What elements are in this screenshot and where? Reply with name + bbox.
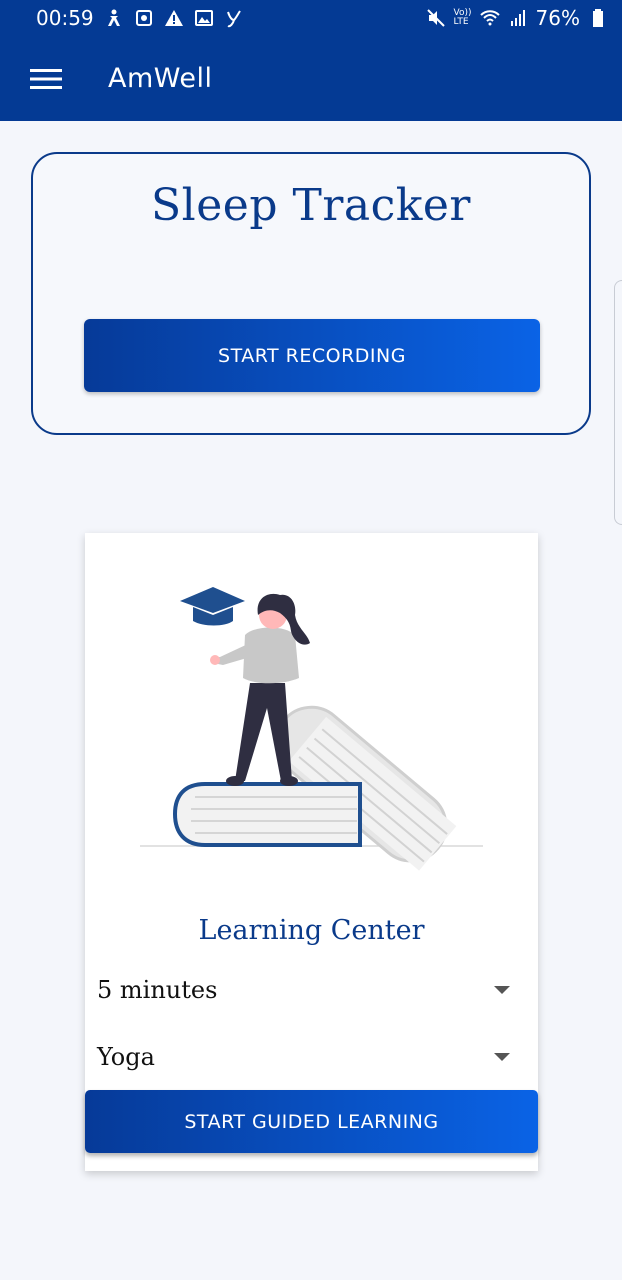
dropdown-arrow-icon xyxy=(494,1053,510,1061)
dropdown-arrow-icon xyxy=(494,986,510,994)
activity-selected-value: Yoga xyxy=(97,1043,155,1071)
signal-icon xyxy=(508,8,528,28)
status-time: 00:59 xyxy=(36,6,94,30)
gallery-icon xyxy=(194,8,214,28)
edge-panel-handle[interactable] xyxy=(614,280,622,525)
activity-select[interactable]: Yoga xyxy=(85,1030,538,1084)
hamburger-menu-icon xyxy=(30,68,62,89)
app-title: AmWell xyxy=(108,63,213,94)
start-guided-learning-button[interactable]: START GUIDED LEARNING xyxy=(85,1090,538,1153)
status-bar: 00:59 Vo)) LTE 76% xyxy=(0,0,622,36)
duration-select[interactable]: 5 minutes xyxy=(85,963,538,1017)
learning-center-title: Learning Center xyxy=(198,915,425,946)
volte-indicator: Vo)) LTE xyxy=(453,8,472,27)
battery-percent: 76% xyxy=(535,6,580,30)
start-recording-button[interactable]: START RECORDING xyxy=(84,319,540,392)
app-bar: AmWell xyxy=(0,36,622,121)
mute-icon xyxy=(426,8,446,28)
app-notification-icon xyxy=(224,8,244,28)
learning-illustration xyxy=(140,587,483,871)
learning-center-card: Learning Center 5 minutes Yoga START GUI… xyxy=(85,533,538,1171)
duration-selected-value: 5 minutes xyxy=(97,976,218,1004)
sleep-tracker-title: Sleep Tracker xyxy=(151,180,471,231)
battery-icon xyxy=(588,8,608,28)
accessibility-icon xyxy=(104,8,124,28)
wifi-icon xyxy=(479,8,500,28)
warning-icon xyxy=(164,8,184,28)
sleep-tracker-card: Sleep Tracker START RECORDING xyxy=(31,152,591,435)
menu-button[interactable] xyxy=(24,57,68,101)
screenshot-icon xyxy=(134,8,154,28)
